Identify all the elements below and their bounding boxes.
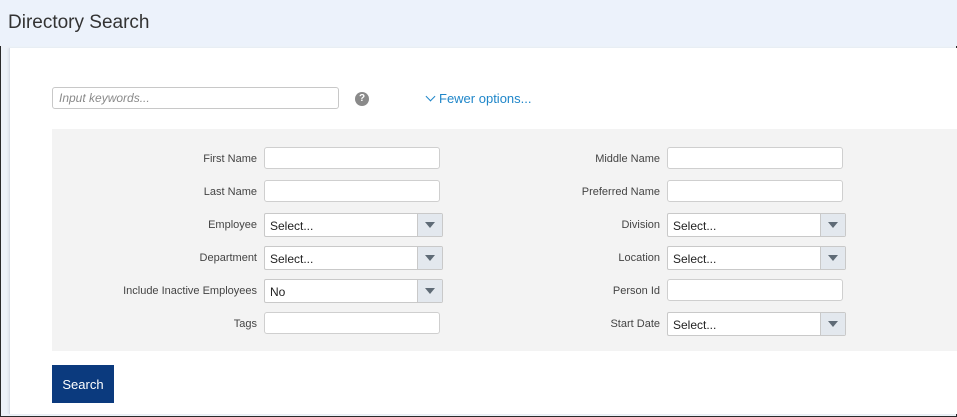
employee-label: Employee <box>208 219 257 231</box>
caret-down-icon[interactable] <box>417 280 442 302</box>
tags-label: Tags <box>233 318 257 330</box>
title-bar: Directory Search <box>0 0 957 46</box>
person-id-label: Person Id <box>612 285 660 297</box>
start-date-select-value: Select... <box>673 318 717 332</box>
last-name-label: Last Name <box>203 186 257 198</box>
caret-down-icon[interactable] <box>820 313 845 335</box>
tags-field[interactable] <box>264 312 440 334</box>
division-select[interactable]: Select... <box>667 213 846 237</box>
caret-down-icon[interactable] <box>417 214 442 236</box>
employee-select-value: Select... <box>270 219 314 233</box>
start-date-select[interactable]: Select... <box>667 312 846 336</box>
page-title: Directory Search <box>8 12 150 33</box>
location-label: Location <box>618 252 660 264</box>
start-date-label: Start Date <box>610 318 660 330</box>
first-name-field[interactable] <box>264 147 440 169</box>
preferred-name-label: Preferred Name <box>581 186 660 198</box>
last-name-field[interactable] <box>264 180 440 202</box>
location-select[interactable]: Select... <box>667 246 846 270</box>
include-inactive-label: Include Inactive Employees <box>123 285 257 297</box>
department-label: Department <box>199 252 257 264</box>
employee-select[interactable]: Select... <box>264 213 443 237</box>
division-label: Division <box>621 219 660 231</box>
department-select-value: Select... <box>270 252 314 266</box>
first-name-label: First Name <box>203 153 257 165</box>
caret-down-icon[interactable] <box>820 214 845 236</box>
fewer-options-link[interactable]: Fewer options... <box>425 91 532 106</box>
search-button[interactable]: Search <box>52 365 114 403</box>
person-id-field[interactable] <box>667 279 843 301</box>
location-select-value: Select... <box>673 252 717 266</box>
division-select-value: Select... <box>673 219 717 233</box>
keywords-input[interactable] <box>52 87 339 109</box>
middle-name-field[interactable] <box>667 147 843 169</box>
fewer-options-label: Fewer options... <box>439 91 532 106</box>
caret-down-icon[interactable] <box>417 247 442 269</box>
department-select[interactable]: Select... <box>264 246 443 270</box>
include-inactive-select-value: No <box>270 285 286 299</box>
chevron-down-icon <box>425 91 436 102</box>
include-inactive-select[interactable]: No <box>264 279 443 303</box>
middle-name-label: Middle Name <box>595 153 660 165</box>
preferred-name-field[interactable] <box>667 180 843 202</box>
caret-down-icon[interactable] <box>820 247 845 269</box>
question-circle-icon[interactable]: ? <box>355 92 369 106</box>
